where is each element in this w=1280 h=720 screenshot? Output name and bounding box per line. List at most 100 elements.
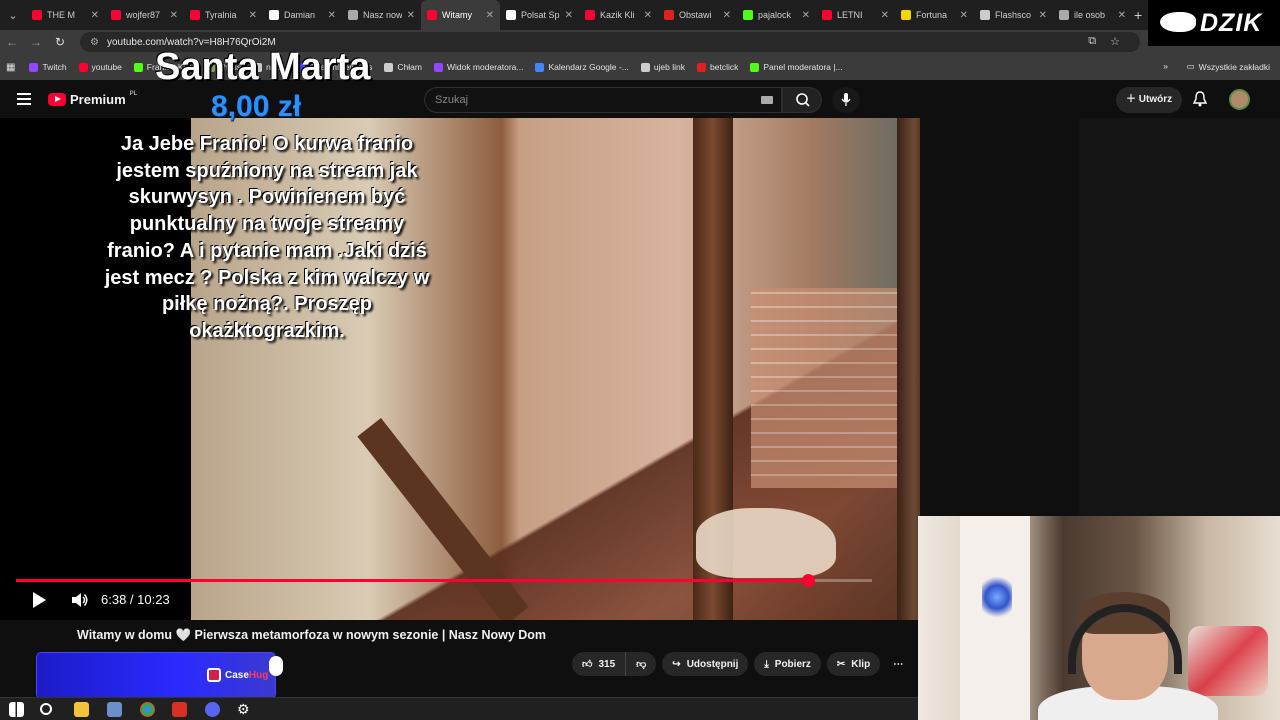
site-info-icon[interactable]: ⚙ <box>90 37 99 48</box>
donation-name: Santa Marta <box>155 46 371 88</box>
voice-search-button[interactable] <box>832 87 860 113</box>
volume-icon[interactable] <box>71 592 89 608</box>
apps-grid-icon[interactable]: ▦ <box>6 62 15 73</box>
install-icon[interactable]: ⧉ <box>1088 35 1096 48</box>
browser-tab[interactable]: Polsat Sp ✕ <box>500 0 579 30</box>
tab-label: Fortuna <box>916 10 948 20</box>
browser-tab[interactable]: Witamy ✕ <box>421 0 500 30</box>
search-placeholder: Szukaj <box>435 94 469 106</box>
bookmark-item[interactable]: Twitch <box>29 62 67 72</box>
bookmark-item[interactable]: ujeb link <box>640 62 685 72</box>
browser-tab[interactable]: ile osob ✕ <box>1053 0 1132 30</box>
thumbs-up-icon: 👍︎ <box>582 659 593 670</box>
dzik-logo: DZIK <box>1148 0 1280 46</box>
app-icon-3[interactable] <box>205 702 220 717</box>
browser-tab[interactable]: pajalock ✕ <box>737 0 816 30</box>
browser-tab[interactable]: Flashsco ✕ <box>974 0 1053 30</box>
progress-bar[interactable] <box>16 574 872 587</box>
casehug-brand-b: Hug <box>248 669 269 681</box>
tab-close-icon[interactable]: ✕ <box>802 10 810 21</box>
browser-tab[interactable]: Nasz now ✕ <box>342 0 421 30</box>
share-button[interactable]: ↪ Udostępnij <box>662 652 749 676</box>
browser-tab[interactable]: Damian ✕ <box>263 0 342 30</box>
search-button[interactable] <box>782 87 822 113</box>
progress-scrubber[interactable] <box>801 574 815 587</box>
forward-icon[interactable]: → <box>24 35 48 49</box>
tab-close-icon[interactable]: ✕ <box>407 10 415 21</box>
tab-close-icon[interactable]: ✕ <box>960 10 968 21</box>
browser-tab[interactable]: Kazik Kli ✕ <box>579 0 658 30</box>
app-icon-1[interactable] <box>107 702 122 717</box>
tab-close-icon[interactable]: ✕ <box>723 10 731 21</box>
tab-close-icon[interactable]: ✕ <box>249 10 257 21</box>
download-icon: ⤓ <box>764 658 769 670</box>
taskbar-search-icon[interactable] <box>40 703 52 715</box>
tab-favicon-icon <box>1059 10 1069 20</box>
bookmark-label: Chłam <box>397 62 422 72</box>
tab-label: Witamy <box>442 10 472 20</box>
reload-icon[interactable]: ↻ <box>48 35 72 49</box>
file-explorer-icon[interactable] <box>74 702 89 717</box>
settings-gear-icon[interactable]: ⚙ <box>237 702 252 717</box>
bookmark-favicon-icon <box>535 62 545 72</box>
time-display: 6:38 / 10:23 <box>101 592 170 607</box>
bookmark-item[interactable]: Kalendarz Google -... <box>535 62 629 72</box>
bookmark-item[interactable]: youtube <box>78 62 122 72</box>
bookmark-item[interactable]: Panel moderatora |... <box>750 62 843 72</box>
back-icon[interactable]: ← <box>0 35 24 49</box>
new-tab-button[interactable]: + <box>1134 7 1142 23</box>
browser-tab[interactable]: Tyralnia ✕ <box>184 0 263 30</box>
tab-search-button[interactable]: ⌄ <box>0 0 26 30</box>
tab-favicon-icon <box>269 10 279 20</box>
bookmarks-overflow-icon[interactable]: » <box>1163 61 1168 71</box>
tab-close-icon[interactable]: ✕ <box>486 10 494 21</box>
browser-tab[interactable]: THE M ✕ <box>26 0 105 30</box>
keyboard-icon[interactable] <box>761 96 773 104</box>
bookmark-item[interactable]: Chłam <box>384 62 422 72</box>
account-avatar[interactable] <box>1229 89 1250 110</box>
browser-tab[interactable]: LETNI ✕ <box>816 0 895 30</box>
notifications-bell-icon[interactable] <box>1193 91 1207 107</box>
youtube-logo[interactable]: Premium PL <box>48 91 137 107</box>
download-button[interactable]: ⤓ Pobierz <box>754 652 821 676</box>
tab-close-icon[interactable]: ✕ <box>644 10 652 21</box>
tab-close-icon[interactable]: ✕ <box>1039 10 1047 21</box>
windows-start-icon[interactable] <box>9 702 24 717</box>
bookmark-favicon-icon <box>433 62 443 72</box>
tab-favicon-icon <box>427 10 437 20</box>
tab-close-icon[interactable]: ✕ <box>328 10 336 21</box>
dislike-button[interactable]: 👎︎ <box>626 652 657 676</box>
tab-close-icon[interactable]: ✕ <box>565 10 573 21</box>
tab-label: wojfer87 <box>126 10 161 20</box>
tab-label: Damian <box>284 10 316 20</box>
tab-label: Tyralnia <box>205 10 237 20</box>
more-actions-button[interactable]: ⋯ <box>886 652 910 676</box>
create-button[interactable]: ＋ Utwórz <box>1116 87 1183 113</box>
tab-close-icon[interactable]: ✕ <box>91 10 99 21</box>
browser-tab[interactable]: Fortuna ✕ <box>895 0 974 30</box>
bookmark-item[interactable]: Widok moderatora... <box>433 62 523 72</box>
browser-tab[interactable]: Obstawi ✕ <box>658 0 737 30</box>
search-icon <box>796 93 810 107</box>
tab-favicon-icon <box>585 10 595 20</box>
bookmark-star-icon[interactable]: ☆ <box>1110 35 1120 48</box>
tab-close-icon[interactable]: ✕ <box>881 10 889 21</box>
bookmark-favicon-icon <box>750 62 760 72</box>
tab-label: Nasz now <box>363 10 402 20</box>
clip-button[interactable]: ✂ Klip <box>826 652 881 676</box>
folder-icon: ▭ <box>1186 61 1195 71</box>
play-icon[interactable] <box>33 592 46 608</box>
tab-close-icon[interactable]: ✕ <box>1118 10 1126 21</box>
like-button[interactable]: 👍︎ 315 <box>572 652 627 676</box>
search-input[interactable]: Szukaj <box>424 87 782 113</box>
app-icon-2[interactable] <box>172 702 187 717</box>
casehug-brand-a: Case <box>225 669 249 681</box>
bookmark-item[interactable]: betclick <box>697 62 738 72</box>
all-bookmarks[interactable]: ▭ Wszystkie zakładki <box>1187 61 1270 72</box>
download-label: Pobierz <box>774 658 811 670</box>
youtube-play-icon <box>48 93 66 106</box>
tab-close-icon[interactable]: ✕ <box>170 10 178 21</box>
browser-tab[interactable]: wojfer87 ✕ <box>105 0 184 30</box>
chrome-icon[interactable] <box>140 702 155 717</box>
menu-icon[interactable] <box>17 93 31 105</box>
